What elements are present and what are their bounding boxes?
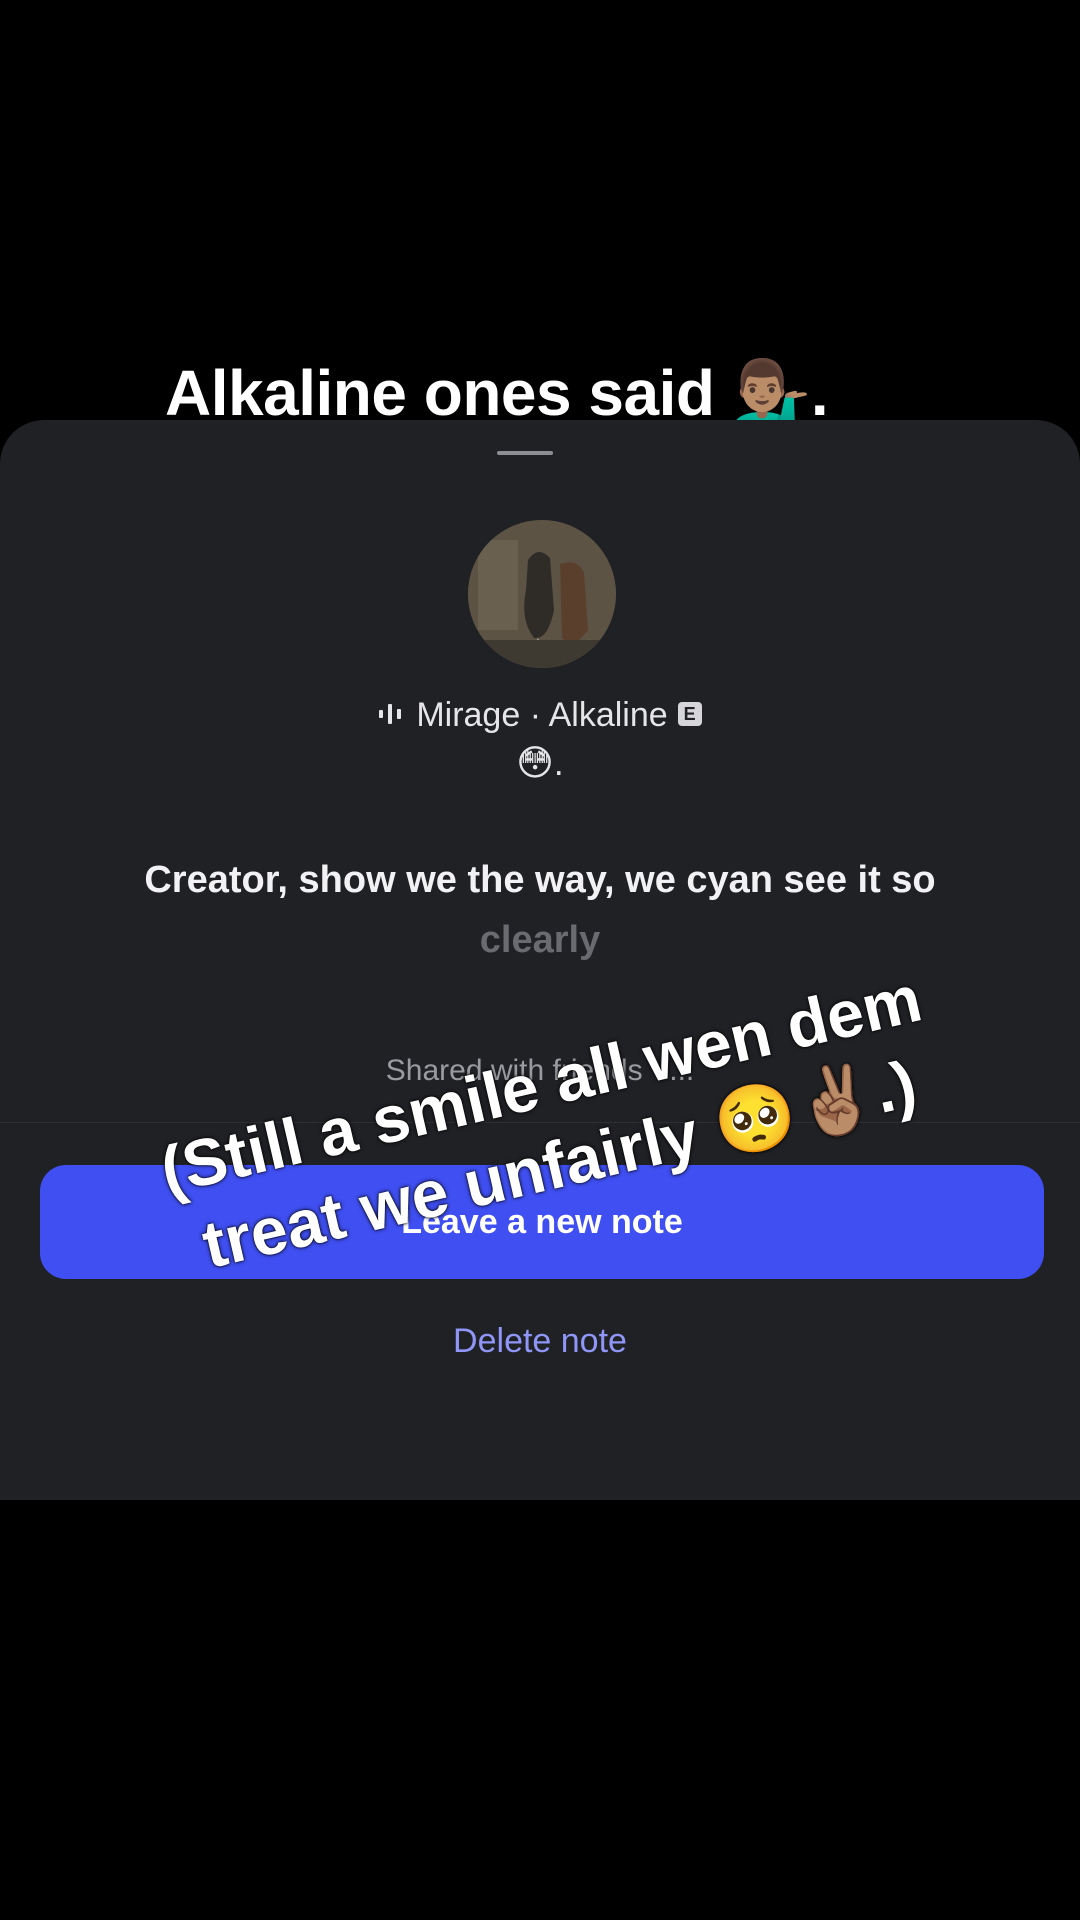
audio-bars-icon [378,695,402,734]
avatar-photo [468,520,616,668]
screen: Alkaline ones said 💁🏽‍♂️. Mirage [0,0,1080,1920]
note-emoji: 😳. [516,742,564,783]
song-attribution[interactable]: Mirage · Alkaline E [0,696,1080,737]
drag-handle[interactable] [497,451,553,455]
lyric-text: Creator, show we the way, we cyan see it… [110,850,970,970]
lyric-faded: clearly [479,919,601,961]
song-title: Mirage [416,696,521,734]
lyric-main: Creator, show we the way, we cyan see it… [144,859,936,901]
avatar[interactable] [468,520,616,668]
artist-name: Alkaline [548,696,668,734]
explicit-badge: E [677,702,702,727]
delete-note-button[interactable]: Delete note [0,1322,1080,1361]
separator: · [529,696,542,734]
